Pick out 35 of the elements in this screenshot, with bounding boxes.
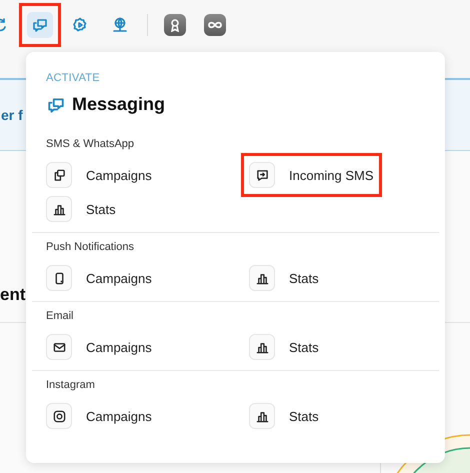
bar-chart-icon — [256, 272, 268, 284]
menu-item[interactable]: Stats — [249, 265, 319, 291]
menu-item[interactable]: Campaigns — [46, 162, 152, 188]
mobile-phone-icon — [52, 272, 66, 284]
menu-eyebrow: ACTIVATE — [46, 72, 101, 84]
menu-item[interactable]: Stats — [249, 403, 319, 429]
section-label: SMS & WhatsApp — [46, 138, 136, 150]
bar-chart-icon — [52, 202, 66, 216]
menu-item[interactable]: Stats — [249, 334, 319, 360]
section-label: Push Notifications — [46, 241, 136, 253]
menu-item[interactable]: Campaigns — [46, 334, 152, 360]
chat-bubbles-icon — [32, 17, 48, 33]
chat-bubbles-icon — [46, 96, 66, 114]
menu-item[interactable]: Campaigns — [46, 265, 152, 291]
ribbon-icon — [168, 18, 182, 32]
bar-chart-icon — [256, 340, 268, 354]
menu-title: Messaging — [72, 94, 166, 115]
toolbar-button[interactable] — [27, 12, 53, 38]
globe-network-icon — [112, 17, 128, 33]
envelope-icon — [52, 340, 66, 354]
menu-item[interactable]: Incoming SMS — [249, 162, 374, 188]
toolbar-button[interactable] — [164, 14, 186, 36]
menu-item[interactable]: Campaigns — [46, 403, 152, 429]
section-heading: ent — [0, 285, 26, 305]
section-label: Email — [46, 310, 75, 322]
message-arrow-icon — [256, 168, 268, 182]
menu-item[interactable]: Stats — [46, 196, 116, 222]
camera-icon — [52, 410, 66, 422]
toolbar-button[interactable] — [204, 14, 226, 36]
section-label: Instagram — [46, 379, 96, 391]
copy-icon — [52, 168, 66, 182]
infinity-icon — [207, 20, 223, 30]
banner-text: er f — [1, 107, 23, 123]
gear-play-icon — [72, 17, 88, 33]
bar-chart-icon — [256, 410, 268, 422]
